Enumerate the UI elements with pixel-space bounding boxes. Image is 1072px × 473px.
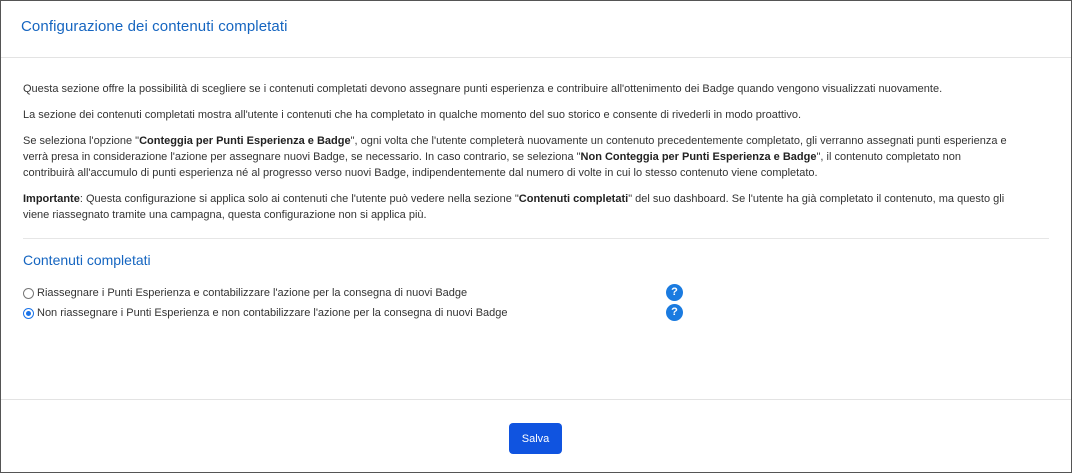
bold-text: Contenuti completati [518,193,629,205]
help-icon[interactable]: ? [666,304,683,321]
footer-divider [1,399,1071,400]
radio-reassign[interactable] [23,287,34,299]
bold-text: Conteggia per Punti Esperienza e Badge [139,135,351,147]
section-divider [23,238,1049,239]
text-segment: Se seleziona l'opzione " [23,135,140,147]
panel-body: Questa sezione offre la possibilità di s… [1,58,1071,322]
option-no-reassign-label: Non riassegnare i Punti Esperienza e non… [37,307,508,319]
option-reassign-label: Riassegnare i Punti Esperienza e contabi… [37,287,468,299]
text-segment: : Questa configurazione si applica solo … [79,193,519,205]
radio-no-reassign[interactable] [23,307,34,319]
intro-paragraph-1: Questa sezione offre la possibilità di s… [23,83,943,95]
bold-text: Non Conteggia per Punti Esperienza e Bad… [580,151,817,163]
intro-paragraph-3: Se seleziona l'opzione "Conteggia per Pu… [23,133,1008,181]
intro-paragraph-2: La sezione dei contenuti completati most… [23,109,802,121]
intro-paragraph-4: Importante: Questa configurazione si app… [23,191,1008,223]
option-no-reassign[interactable]: Non riassegnare i Punti Esperienza e non… [23,304,1049,322]
help-icon[interactable]: ? [666,284,683,301]
section-title: Contenuti completati [23,252,151,268]
page-title: Configurazione dei contenuti completati [21,18,288,35]
option-reassign[interactable]: Riassegnare i Punti Esperienza e contabi… [23,284,1049,302]
panel-header: Configurazione dei contenuti completati [1,1,1071,58]
save-button[interactable]: Salva [509,423,562,454]
config-panel: Configurazione dei contenuti completati … [0,0,1072,473]
bold-text: Importante [23,193,80,205]
